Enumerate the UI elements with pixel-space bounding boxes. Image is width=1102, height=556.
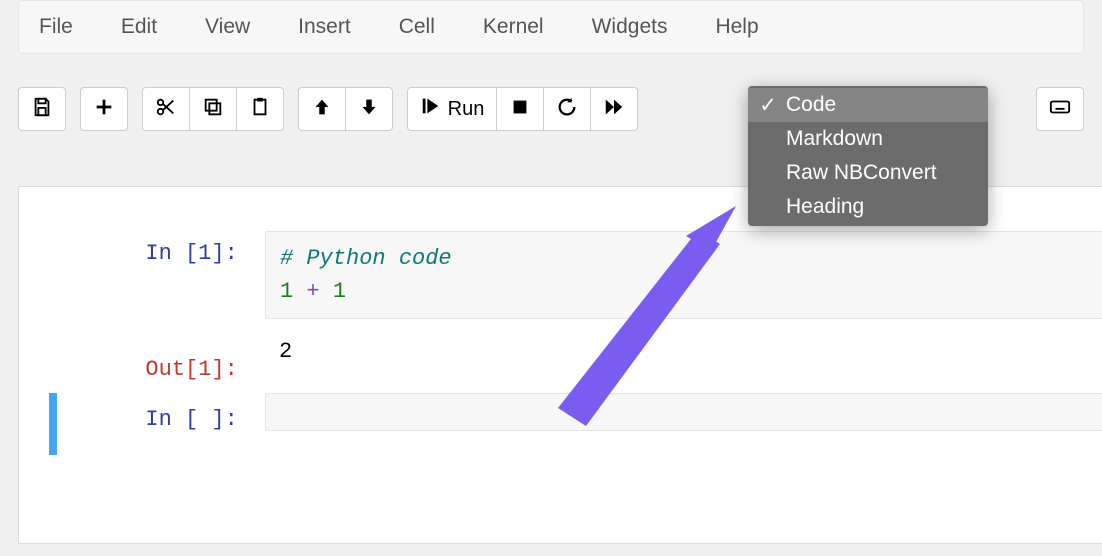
copy-button[interactable]: [189, 87, 237, 131]
code-input[interactable]: [265, 393, 1102, 431]
code-operator: +: [293, 279, 333, 304]
move-up-button[interactable]: [298, 87, 346, 131]
restart-run-all-button[interactable]: [590, 87, 638, 131]
menu-cell[interactable]: Cell: [399, 15, 435, 39]
menu-file[interactable]: File: [39, 15, 73, 39]
menu-widgets[interactable]: Widgets: [592, 15, 668, 39]
menu-bar: File Edit View Insert Cell Kernel Widget…: [18, 0, 1084, 54]
save-button[interactable]: [18, 87, 66, 131]
move-down-button[interactable]: [345, 87, 393, 131]
menu-view[interactable]: View: [205, 15, 250, 39]
code-cell-2[interactable]: In [ ]:: [19, 393, 1102, 455]
input-prompt: In [ ]:: [145, 407, 251, 432]
restart-icon: [556, 96, 578, 123]
code-cell-1[interactable]: In [1]: # Python code 1 + 1: [19, 231, 1102, 321]
cell-type-option-heading[interactable]: Heading: [748, 190, 988, 224]
save-icon: [31, 96, 53, 123]
notebook-area: In [1]: # Python code 1 + 1 Out[1]: 2 In…: [18, 186, 1102, 544]
code-number: 1: [280, 279, 293, 304]
cell-type-option-markdown[interactable]: Markdown: [748, 122, 988, 156]
menu-edit[interactable]: Edit: [121, 15, 157, 39]
code-input[interactable]: # Python code 1 + 1: [265, 231, 1102, 319]
menu-insert[interactable]: Insert: [298, 15, 351, 39]
plus-icon: [93, 96, 115, 123]
run-label: Run: [448, 98, 485, 121]
menu-kernel[interactable]: Kernel: [483, 15, 544, 39]
cell-type-label: Markdown: [786, 127, 883, 151]
output-prompt: Out[1]:: [145, 357, 251, 382]
cell-selection-indicator: [49, 393, 57, 455]
code-comment: # Python code: [280, 246, 452, 271]
fast-forward-icon: [603, 96, 625, 123]
stop-icon: [509, 96, 531, 123]
cell-type-label: Code: [786, 93, 836, 117]
cell-type-label: Raw NBConvert: [786, 161, 937, 185]
run-icon: [420, 95, 442, 123]
run-button[interactable]: Run: [407, 87, 497, 131]
keyboard-icon: [1049, 96, 1071, 123]
cell-output: 2: [265, 339, 1102, 364]
command-palette-button[interactable]: [1036, 87, 1084, 131]
cell-type-option-code[interactable]: ✓ Code: [748, 88, 988, 122]
paste-icon: [249, 96, 271, 123]
paste-button[interactable]: [236, 87, 284, 131]
input-prompt: In [1]:: [145, 241, 251, 266]
cut-button[interactable]: [142, 87, 190, 131]
cell-type-label: Heading: [786, 195, 864, 219]
menu-help[interactable]: Help: [715, 15, 758, 39]
insert-cell-button[interactable]: [80, 87, 128, 131]
arrow-down-icon: [358, 96, 380, 123]
arrow-up-icon: [311, 96, 333, 123]
cell-type-option-raw[interactable]: Raw NBConvert: [748, 156, 988, 190]
restart-kernel-button[interactable]: [543, 87, 591, 131]
scissors-icon: [155, 96, 177, 123]
interrupt-button[interactable]: [496, 87, 544, 131]
code-number: 1: [333, 279, 346, 304]
cell-type-dropdown[interactable]: ✓ Code Markdown Raw NBConvert Heading: [748, 86, 988, 226]
checkmark-icon: ✓: [758, 93, 778, 118]
copy-icon: [202, 96, 224, 123]
